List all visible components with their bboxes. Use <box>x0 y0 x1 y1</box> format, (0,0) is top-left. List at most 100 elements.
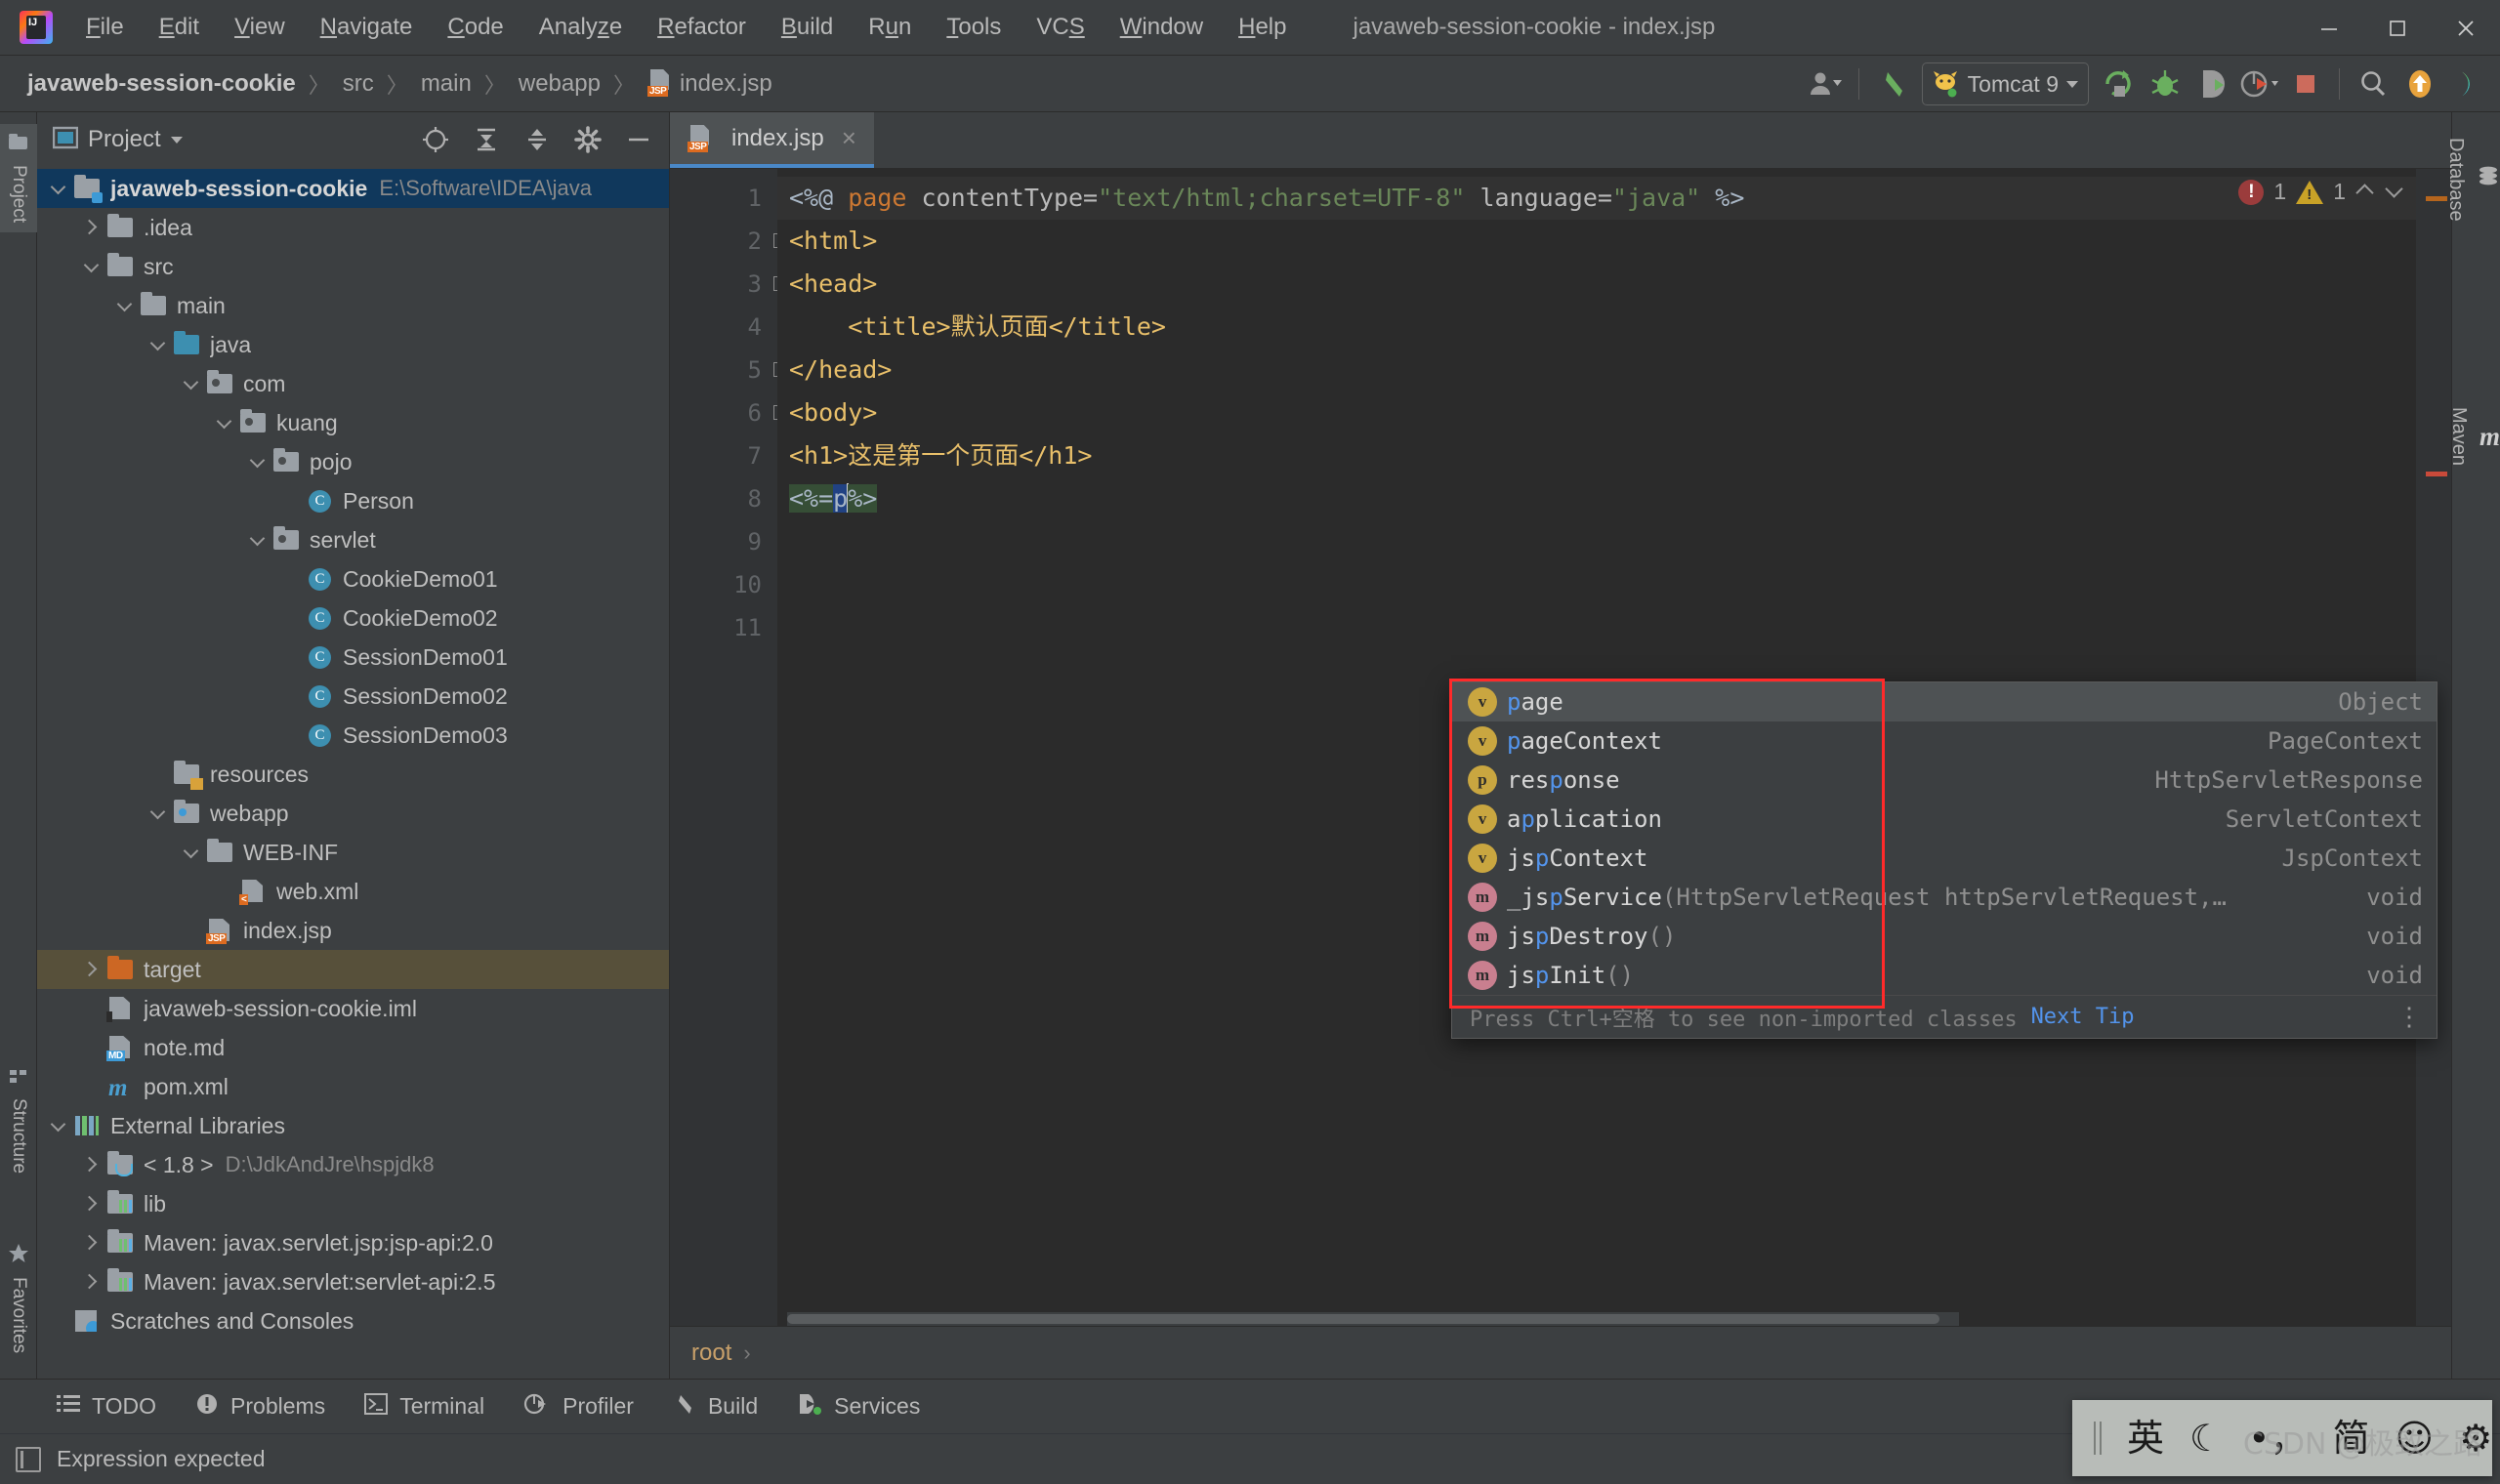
menu-item-navigate[interactable]: Navigate <box>303 8 431 47</box>
completion-item-application[interactable]: v application ServletContext <box>1452 800 2437 839</box>
breadcrumb-segment-3[interactable]: webapp <box>515 68 604 100</box>
chevron-down-icon[interactable] <box>47 178 68 199</box>
completion-item-pagecontext[interactable]: v pageContext PageContext <box>1452 721 2437 761</box>
search-everywhere-icon[interactable] <box>2350 61 2396 107</box>
collapse-all-icon[interactable] <box>517 119 558 160</box>
code-line-2[interactable]: <html> <box>777 220 2416 263</box>
tree-node-scratches-and-consoles[interactable]: Scratches and Consoles <box>37 1301 669 1340</box>
hide-panel-icon[interactable] <box>618 119 659 160</box>
sidebar-item-project[interactable]: Project <box>0 124 37 233</box>
tree-node-kuang[interactable]: kuang <box>37 403 669 442</box>
menu-item-vcs[interactable]: VCS <box>1019 8 1102 47</box>
user-avatar-icon[interactable] <box>1802 61 1849 107</box>
bottom-tool-terminal[interactable]: Terminal <box>364 1392 484 1421</box>
chevron-down-icon[interactable] <box>146 803 168 824</box>
tree-node-javaweb-session-cookie[interactable]: javaweb-session-cookie E:\Software\IDEA\j… <box>37 169 669 208</box>
code-line-7[interactable]: <h1>这是第一个页面</h1> <box>777 434 2416 477</box>
code-line-6[interactable]: <body> <box>777 392 2416 434</box>
breadcrumb-segment-4[interactable]: JSP index.jsp <box>644 67 776 100</box>
chevron-down-icon[interactable] <box>213 412 234 433</box>
tree-node-sessiondemo03[interactable]: C SessionDemo03 <box>37 716 669 755</box>
menu-item-help[interactable]: Help <box>1221 8 1304 47</box>
menu-item-view[interactable]: View <box>217 8 303 47</box>
code-line-4[interactable]: <title>默认页面</title> <box>777 306 2416 349</box>
menu-item-file[interactable]: File <box>68 8 142 47</box>
drag-grip-icon[interactable] <box>2094 1422 2102 1455</box>
code-line-1[interactable]: <%@ page contentType="text/html;charset=… <box>777 177 2416 220</box>
tree-node-webapp[interactable]: webapp <box>37 794 669 833</box>
completion-item--jspservice[interactable]: m _jspService(HttpServletRequest httpServ… <box>1452 878 2437 917</box>
completion-item-page[interactable]: v page Object <box>1452 682 2437 721</box>
profiler-icon[interactable] <box>2235 61 2282 107</box>
tree-node--1-8-[interactable]: < 1.8 > D:\JdkAndJre\hspjdk8 <box>37 1145 669 1184</box>
sidebar-item-structure[interactable]: Structure <box>0 1057 37 1183</box>
tree-node-external-libraries[interactable]: External Libraries <box>37 1106 669 1145</box>
chevron-right-icon[interactable] <box>80 1232 102 1254</box>
editor-breadcrumb[interactable]: root › <box>670 1326 2451 1379</box>
chevron-down-icon[interactable] <box>246 451 268 473</box>
menu-item-tools[interactable]: Tools <box>929 8 1019 47</box>
run-with-coverage-icon[interactable] <box>2188 61 2235 107</box>
code-line-8[interactable]: <%=p%> <box>777 477 2416 520</box>
tree-node-person[interactable]: C Person <box>37 481 669 520</box>
chevron-down-icon[interactable] <box>246 529 268 551</box>
menu-item-analyze[interactable]: Analyze <box>521 8 640 47</box>
horizontal-scrollbar[interactable] <box>787 1312 1959 1326</box>
ime-simplified-icon[interactable]: 简 <box>2333 1420 2370 1457</box>
breadcrumb-segment-1[interactable]: src <box>339 68 378 100</box>
tree-node-resources[interactable]: resources <box>37 755 669 794</box>
completion-item-jspinit[interactable]: m jspInit() void <box>1452 956 2437 995</box>
tab-index-jsp[interactable]: JSP index.jsp × <box>670 112 874 168</box>
bottom-tool-services[interactable]: Services <box>797 1392 920 1422</box>
tree-node-cookiedemo01[interactable]: C CookieDemo01 <box>37 559 669 598</box>
tree-node-target[interactable]: target <box>37 950 669 989</box>
chevron-right-icon[interactable] <box>80 1193 102 1215</box>
next-tip-link[interactable]: Next Tip <box>2031 1005 2135 1029</box>
chevron-up-icon[interactable] <box>2355 183 2375 202</box>
stop-icon[interactable] <box>2282 61 2329 107</box>
tree-node-sessiondemo02[interactable]: C SessionDemo02 <box>37 677 669 716</box>
breadcrumb-segment-2[interactable]: main <box>417 68 476 100</box>
run-configuration-selector[interactable]: Tomcat 9 <box>1921 62 2089 105</box>
more-options-icon[interactable]: ⋮ <box>2396 1005 2423 1030</box>
chevron-down-icon[interactable] <box>146 334 168 355</box>
code-completion-popup[interactable]: v page Object v pageContext PageContext p respo… <box>1451 681 2438 1039</box>
ime-punctuation-icon[interactable]: •， <box>2248 1420 2307 1457</box>
ime-moon-icon[interactable]: ☾ <box>2189 1420 2223 1457</box>
tree-node-com[interactable]: com <box>37 364 669 403</box>
ime-settings-icon[interactable]: ⚙ <box>2459 1420 2492 1457</box>
menu-item-run[interactable]: Run <box>851 8 929 47</box>
inspection-widget[interactable]: ! 1 1 <box>2238 179 2404 205</box>
menu-item-refactor[interactable]: Refactor <box>640 8 764 47</box>
tree-node-pom-xml[interactable]: m pom.xml <box>37 1067 669 1106</box>
bottom-tool-build[interactable]: Build <box>673 1392 758 1422</box>
tree-node-java[interactable]: java <box>37 325 669 364</box>
run-icon[interactable] <box>2095 61 2142 107</box>
debug-icon[interactable] <box>2142 61 2188 107</box>
chevron-right-icon[interactable] <box>80 217 102 238</box>
completion-item-jspdestroy[interactable]: m jspDestroy() void <box>1452 917 2437 956</box>
gear-icon[interactable] <box>567 119 608 160</box>
chevron-down-icon[interactable] <box>80 256 102 277</box>
editor-breadcrumb-root[interactable]: root <box>691 1340 731 1367</box>
expand-all-icon[interactable] <box>466 119 507 160</box>
ime-emoji-icon[interactable]: ☺ <box>2396 1420 2435 1457</box>
chevron-down-icon[interactable] <box>180 842 201 863</box>
chevron-right-icon[interactable] <box>80 959 102 980</box>
tree-node-web-xml[interactable]: < web.xml <box>37 872 669 911</box>
completion-item-jspcontext[interactable]: v jspContext JspContext <box>1452 839 2437 878</box>
back-arrow-icon[interactable] <box>1869 61 1916 107</box>
tree-node-javaweb-session-cookie-iml[interactable]: javaweb-session-cookie.iml <box>37 989 669 1028</box>
tree-node-web-inf[interactable]: WEB-INF <box>37 833 669 872</box>
bottom-tool-profiler[interactable]: Profiler <box>523 1392 634 1422</box>
line-number-gutter[interactable]: 1 2 3 4 5 6 7 8 9 10 11 <box>670 169 788 1326</box>
tree-node--idea[interactable]: .idea <box>37 208 669 247</box>
tree-node-main[interactable]: main <box>37 286 669 325</box>
tree-node-cookiedemo02[interactable]: C CookieDemo02 <box>37 598 669 638</box>
code-line-3[interactable]: <head> <box>777 263 2416 306</box>
stripe-mark-error[interactable] <box>2426 472 2447 476</box>
tree-node-maven-javax-servlet-jsp-jsp-api-2-0[interactable]: Maven: javax.servlet.jsp:jsp-api:2.0 <box>37 1223 669 1262</box>
bottom-tool-todo[interactable]: TODO <box>57 1393 156 1421</box>
chevron-down-icon[interactable] <box>180 373 201 394</box>
sidebar-item-database[interactable]: Database <box>2445 126 2500 233</box>
